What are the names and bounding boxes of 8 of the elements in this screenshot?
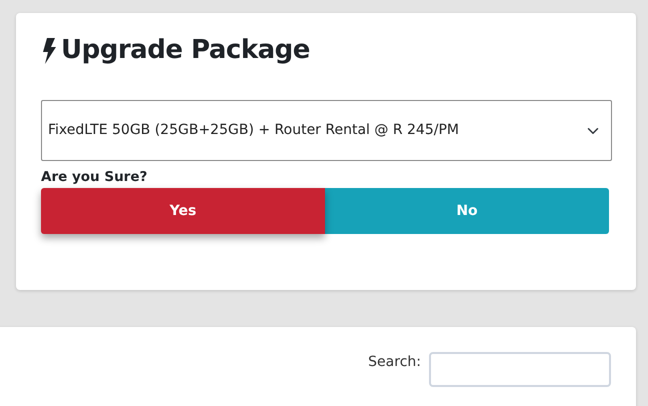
confirm-label: Are you Sure?: [41, 169, 148, 186]
search-field[interactable]: [429, 352, 611, 387]
confirm-button[interactable]: Yes: [41, 188, 325, 234]
confirm-button[interactable]: No: [325, 188, 609, 234]
search-label: Search:: [368, 353, 421, 372]
card-title: Upgrade Package: [61, 35, 310, 66]
package-select[interactable]: FixedLTE 50GB (25GB+25GB) + Router Rental @ R 245/PM: [41, 100, 612, 162]
lightning-icon: [41, 38, 57, 64]
